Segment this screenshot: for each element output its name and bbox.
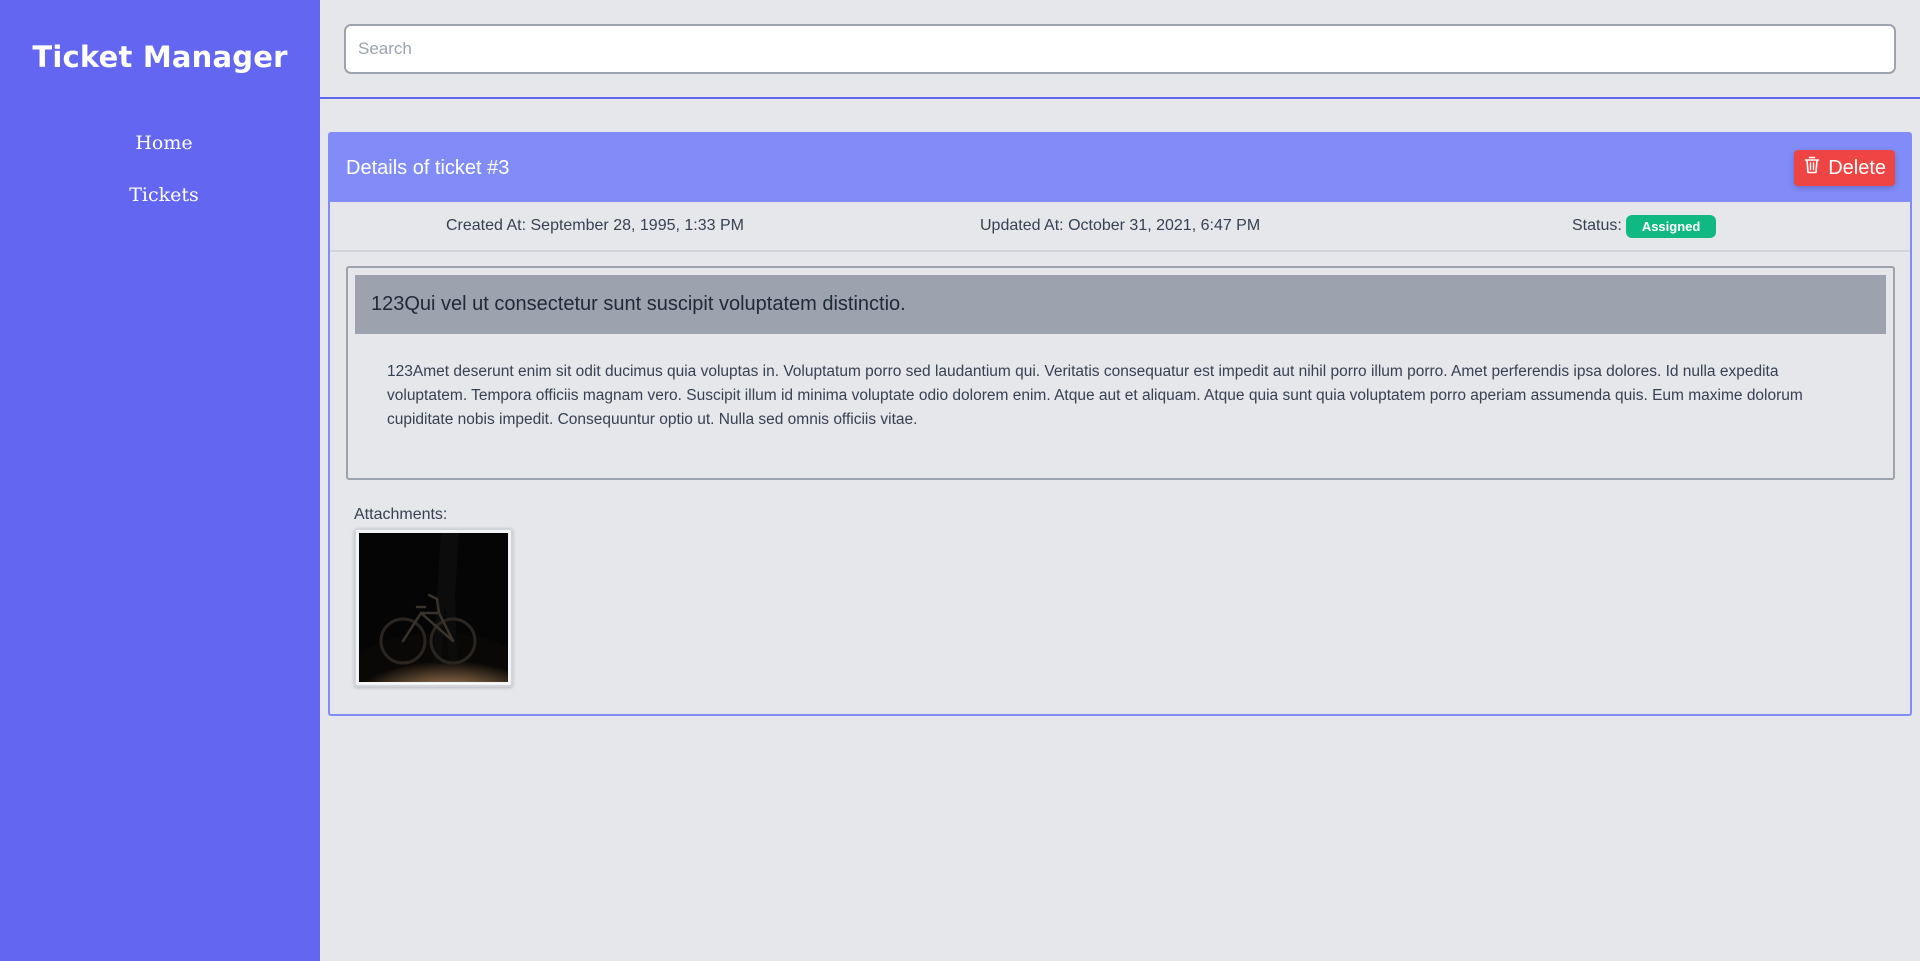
card-header: Details of ticket #3 Delete	[330, 134, 1910, 202]
attachments-section: Attachments:	[354, 506, 1910, 687]
attachment-thumbnail[interactable]	[354, 528, 513, 687]
bicycle-photo	[359, 533, 508, 682]
attachments-label: Attachments:	[354, 506, 448, 523]
nav-tickets-link[interactable]: Tickets	[8, 169, 320, 221]
app-root: Ticket Manager Home Tickets Details of t…	[0, 0, 1920, 961]
nav-home-link[interactable]: Home	[8, 117, 320, 169]
ticket-body: 123Amet deserunt enim sit odit ducimus q…	[387, 363, 1803, 428]
search-bar	[320, 0, 1920, 99]
brand-title: Ticket Manager	[32, 40, 288, 74]
main-content: Details of ticket #3 Delete Created At: …	[320, 0, 1920, 961]
ticket-subject: 123Qui vel ut consectetur sunt suscipit …	[355, 275, 1886, 334]
search-input[interactable]	[344, 24, 1896, 74]
created-at: Created At: September 28, 1995, 1:33 PM	[446, 217, 744, 234]
delete-label: Delete	[1828, 156, 1886, 179]
ticket-content-box: 123Qui vel ut consectetur sunt suscipit …	[346, 266, 1895, 480]
updated-at: Updated At: October 31, 2021, 6:47 PM	[980, 217, 1261, 234]
ticket-meta-row: Created At: September 28, 1995, 1:33 PM …	[330, 202, 1910, 252]
delete-button[interactable]: Delete	[1794, 150, 1895, 186]
sidebar: Ticket Manager Home Tickets	[0, 0, 320, 961]
status-label: Status:	[1572, 217, 1622, 234]
status-group: Status: Assigned	[1572, 214, 1717, 238]
card-title: Details of ticket #3	[346, 156, 510, 179]
trash-icon	[1804, 156, 1820, 180]
status-badge: Assigned	[1625, 214, 1717, 238]
ticket-details-card: Details of ticket #3 Delete Created At: …	[328, 132, 1912, 716]
